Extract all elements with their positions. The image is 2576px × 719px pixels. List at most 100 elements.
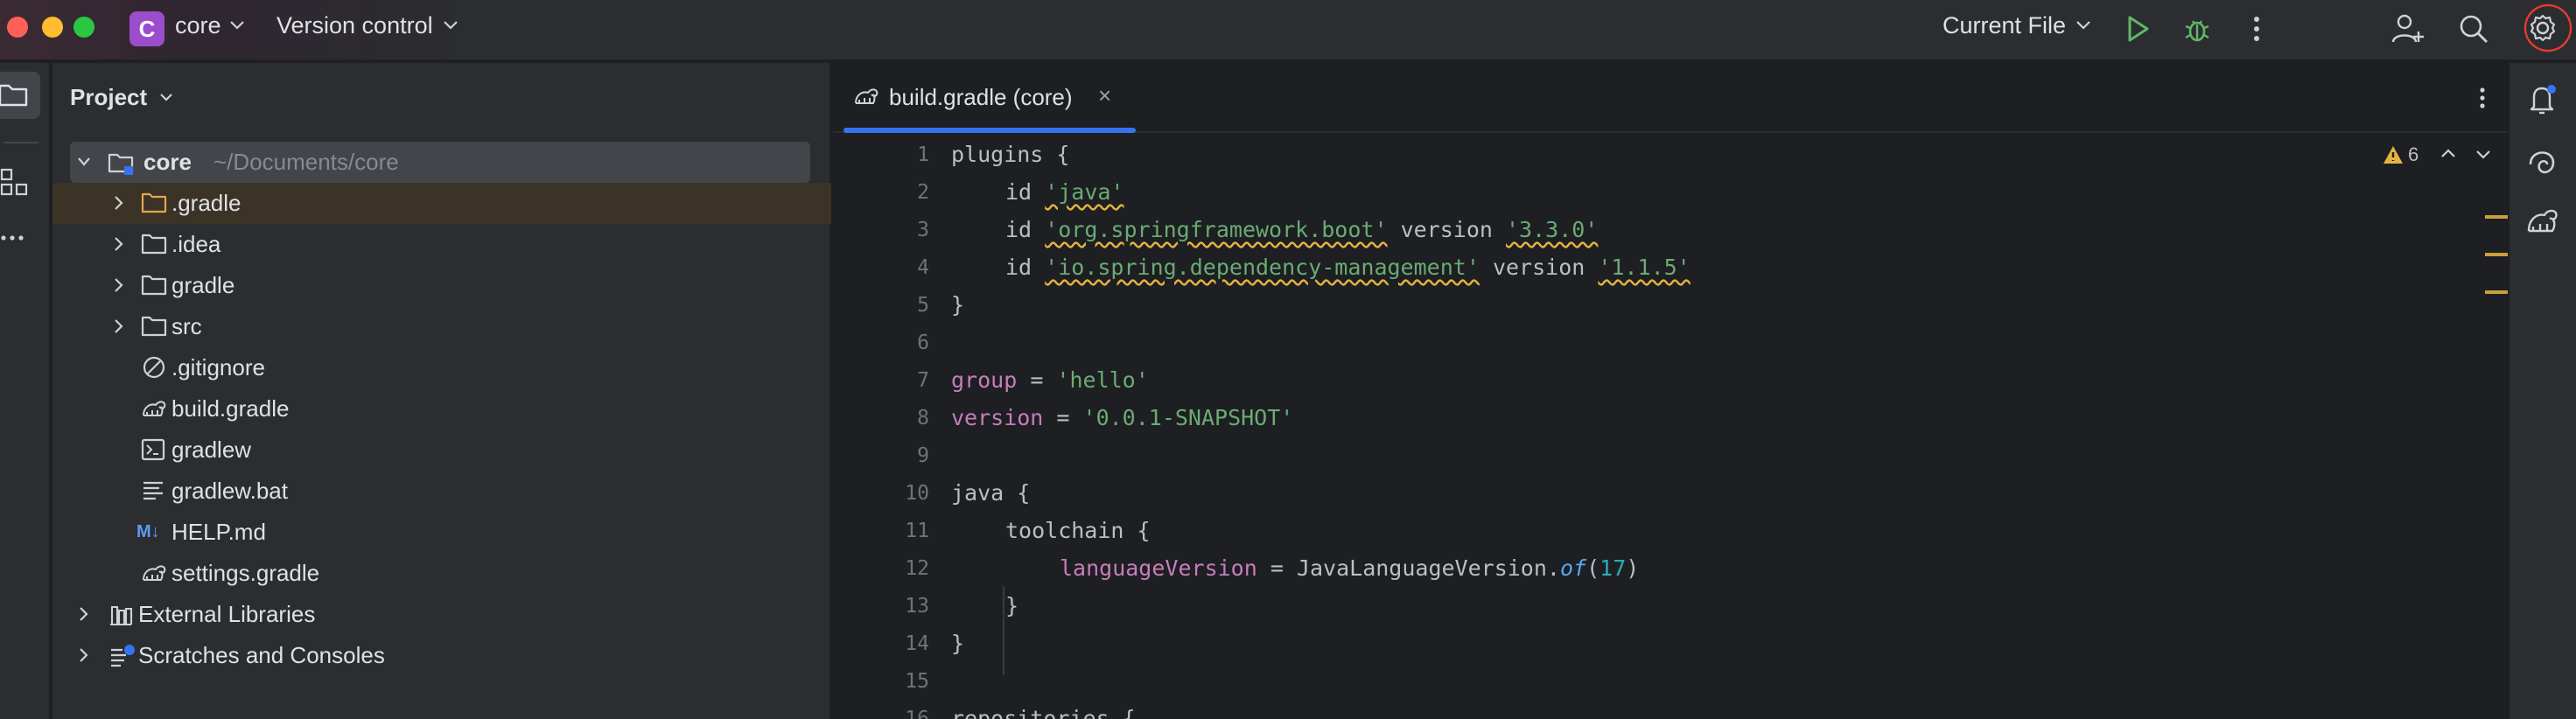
chevron-down-icon[interactable] xyxy=(2474,145,2492,163)
line-number: 16 xyxy=(905,708,929,719)
chevron-down-icon[interactable] xyxy=(159,92,173,102)
chevron-right-icon[interactable] xyxy=(112,277,124,293)
tree-item-help-md[interactable]: M↓ HELP.md xyxy=(52,512,831,553)
code-string: '0.0.1-SNAPSHOT' xyxy=(1082,405,1294,430)
chevron-down-icon[interactable] xyxy=(77,156,91,168)
code-line[interactable]: version = '0.0.1-SNAPSHOT' xyxy=(951,405,1293,430)
chevron-right-icon[interactable] xyxy=(112,236,124,252)
close-window-button[interactable] xyxy=(7,17,28,38)
line-number-gutter: 1 2 3 4 5 6 7 8 9 10 11 12 13 14 15 16 xyxy=(833,135,929,719)
tree-item-src[interactable]: src xyxy=(52,306,831,347)
code-string: 'org.springframework.boot' xyxy=(1045,217,1388,242)
tree-item-scratches[interactable]: Scratches and Consoles xyxy=(52,635,831,676)
folder-icon[interactable] xyxy=(0,80,32,110)
code-line[interactable]: id 'io.spring.dependency-management' ver… xyxy=(1005,255,1690,280)
code-text: } xyxy=(1005,593,1019,618)
code-text: ) xyxy=(1626,555,1640,581)
tree-item-build-gradle[interactable]: build.gradle xyxy=(52,388,831,429)
close-tab-icon[interactable]: × xyxy=(1098,82,1111,109)
code-line[interactable]: plugins { xyxy=(951,142,1069,167)
ai-assistant-icon[interactable] xyxy=(2524,143,2562,182)
code-line[interactable]: repositories { xyxy=(951,706,1136,719)
tree-item-label: External Libraries xyxy=(138,601,316,627)
folder-icon xyxy=(141,234,167,255)
warning-count: 6 xyxy=(2408,143,2419,165)
code-text: java { xyxy=(951,480,1031,506)
warning-marker[interactable] xyxy=(2485,253,2508,256)
project-name[interactable]: core xyxy=(175,12,221,39)
search-icon[interactable] xyxy=(2454,9,2494,49)
chevron-right-icon[interactable] xyxy=(77,647,89,663)
chevron-down-icon[interactable] xyxy=(229,19,245,31)
settings-icon[interactable] xyxy=(2522,3,2574,54)
tree-item-label: gradlew.bat xyxy=(172,478,288,504)
code-text: id xyxy=(1005,179,1032,205)
minimize-window-button[interactable] xyxy=(42,17,63,38)
code-text: = JavaLanguageVersion. xyxy=(1256,555,1560,581)
line-number: 5 xyxy=(917,294,929,317)
line-number: 4 xyxy=(917,256,929,279)
code-variable: languageVersion xyxy=(1060,555,1257,581)
chevron-right-icon[interactable] xyxy=(112,195,124,211)
chevron-up-icon[interactable] xyxy=(2440,145,2457,163)
folder-icon xyxy=(141,316,167,337)
editor-tab-bar: build.gradle (core) × xyxy=(833,63,2508,133)
code-text: = xyxy=(1043,405,1083,430)
run-configuration[interactable]: Current File xyxy=(1942,12,2066,39)
code-line[interactable]: } xyxy=(1005,593,1018,618)
tree-item-gradle-folder[interactable]: gradle xyxy=(52,265,831,306)
warning-marker[interactable] xyxy=(2485,290,2508,294)
vcs-widget[interactable]: Version control xyxy=(276,12,433,39)
gradle-tool-icon[interactable] xyxy=(2524,203,2562,238)
structure-icon[interactable] xyxy=(0,166,30,198)
more-tools-icon[interactable] xyxy=(0,229,30,247)
code-text: = xyxy=(1017,367,1057,393)
debug-icon[interactable] xyxy=(2177,9,2217,49)
right-tool-strip xyxy=(2508,63,2576,719)
code-line[interactable]: toolchain { xyxy=(1005,518,1151,543)
tree-item-gradlew-bat[interactable]: gradlew.bat xyxy=(52,471,831,512)
tree-item-idea-dir[interactable]: .idea xyxy=(52,224,831,265)
chevron-down-icon[interactable] xyxy=(443,19,458,31)
code-line[interactable]: } xyxy=(951,631,964,656)
line-number: 13 xyxy=(905,595,929,618)
code-line[interactable]: id 'java' xyxy=(1005,179,1124,205)
line-number: 12 xyxy=(905,557,929,580)
project-badge[interactable]: C xyxy=(130,11,164,46)
tree-item-gradle-dir[interactable]: .gradle xyxy=(52,183,831,224)
code-line[interactable]: group = 'hello' xyxy=(951,367,1149,393)
notifications-icon[interactable] xyxy=(2524,80,2562,119)
tree-root-row[interactable]: core ~/Documents/core xyxy=(70,142,810,183)
editor-tab-build-gradle[interactable]: build.gradle (core) × xyxy=(833,63,1136,133)
chevron-right-icon[interactable] xyxy=(77,606,89,622)
chevron-right-icon[interactable] xyxy=(112,318,124,334)
project-panel: Project core ~/Documents/core .gradle .i… xyxy=(52,63,831,719)
line-number: 6 xyxy=(917,332,929,354)
line-number: 3 xyxy=(917,219,929,241)
root-name: core xyxy=(144,149,192,175)
tab-more-icon[interactable] xyxy=(2469,82,2496,114)
text-file-icon xyxy=(144,481,163,500)
add-user-icon[interactable] xyxy=(2387,9,2427,49)
run-icon[interactable] xyxy=(2118,9,2158,49)
chevron-down-icon[interactable] xyxy=(2076,19,2091,31)
ignore-file-icon xyxy=(143,356,165,379)
line-number: 9 xyxy=(917,444,929,467)
code-line[interactable]: id 'org.springframework.boot' version '3… xyxy=(1005,217,1598,242)
code-line[interactable]: } xyxy=(951,292,964,318)
code-variable: version xyxy=(951,405,1044,430)
warning-marker[interactable] xyxy=(2485,215,2508,219)
title-bar: C core Version control Current File xyxy=(0,0,2576,61)
tree-item-settings-gradle[interactable]: settings.gradle xyxy=(52,553,831,594)
line-number: 1 xyxy=(917,143,929,166)
tree-item-external-libraries[interactable]: External Libraries xyxy=(52,594,831,635)
code-line[interactable]: java { xyxy=(951,480,1030,506)
project-panel-title[interactable]: Project xyxy=(70,84,147,111)
code-line[interactable]: languageVersion = JavaLanguageVersion.of… xyxy=(1060,555,1639,581)
tool-separator xyxy=(4,142,38,143)
zoom-window-button[interactable] xyxy=(74,17,94,38)
tree-item-gitignore[interactable]: .gitignore xyxy=(52,347,831,388)
more-actions-icon[interactable] xyxy=(2236,9,2277,49)
tree-item-gradlew[interactable]: gradlew xyxy=(52,429,831,471)
code-text: id xyxy=(1005,217,1032,242)
